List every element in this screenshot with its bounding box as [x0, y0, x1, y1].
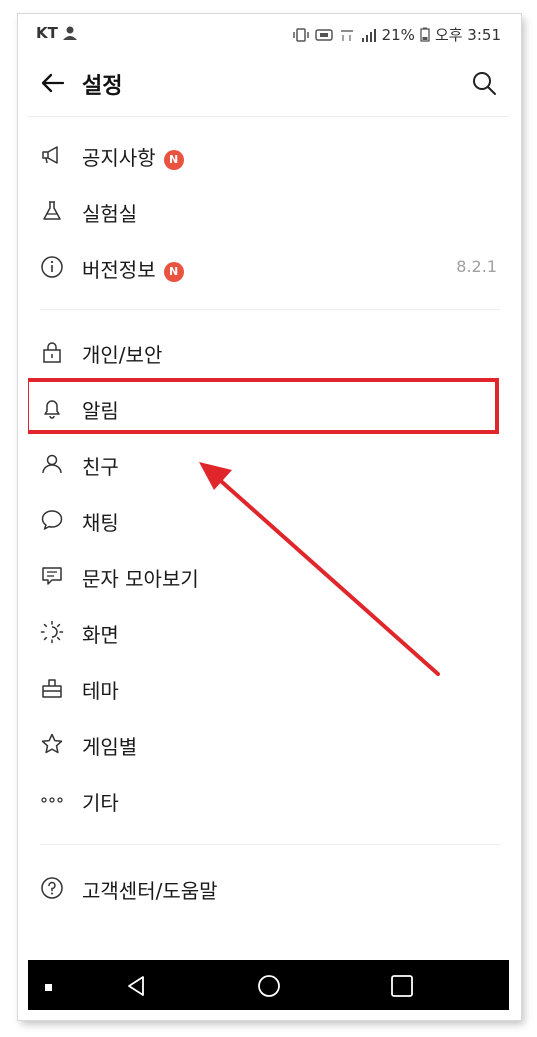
menu-item-label: 버전정보 N — [82, 254, 184, 283]
menu-item-label: 개인/보안 — [82, 343, 163, 367]
new-badge: N — [163, 150, 184, 170]
theme-brush-icon — [42, 679, 62, 698]
vibrate-icon — [292, 27, 309, 42]
info-icon — [41, 256, 63, 278]
highlight-box — [28, 378, 499, 434]
menu-item-lab[interactable]: 실험실 — [28, 185, 509, 237]
carrier-label: KT — [36, 24, 58, 42]
lock-icon — [43, 342, 61, 363]
flask-icon — [43, 201, 61, 220]
page-title: 설정 — [82, 74, 123, 99]
menu-item-label: 문자 모아보기 — [82, 567, 199, 591]
more-dots-icon — [41, 797, 63, 803]
menu-item-label: 기타 — [82, 791, 119, 815]
person-icon — [42, 454, 62, 474]
menu-item-friends[interactable]: 친구 — [28, 438, 509, 490]
menu-item-label: 게임별 — [82, 735, 138, 759]
navigation-bar — [28, 960, 509, 1010]
menu-item-label: 공지사항 N — [82, 142, 184, 171]
chat-bubble-icon — [41, 510, 63, 530]
search-icon[interactable] — [469, 68, 499, 98]
status-bar: KT 21% 오후 3:51 — [28, 22, 509, 46]
menu-item-display[interactable]: 화면 — [28, 606, 509, 658]
section-divider — [40, 309, 500, 310]
battery-percent: 21% — [381, 25, 415, 44]
menu-item-games[interactable]: 게임별 — [28, 718, 509, 770]
battery-icon — [420, 27, 430, 42]
menu-item-label: 실험실 — [82, 202, 138, 226]
menu-item-label: 화면 — [82, 623, 119, 647]
megaphone-icon — [42, 146, 58, 164]
section-divider — [40, 844, 500, 845]
menu-item-help[interactable]: 고객센터/도움말 — [28, 862, 509, 914]
menu-item-etc[interactable]: 기타 — [28, 774, 509, 826]
new-badge: N — [163, 262, 184, 282]
menu-item-messages[interactable]: 문자 모아보기 — [28, 550, 509, 602]
help-icon — [41, 877, 63, 899]
menu-item-theme[interactable]: 테마 — [28, 662, 509, 714]
menu-item-privacy[interactable]: 개인/보안 — [28, 326, 509, 378]
arrow-left-icon[interactable] — [38, 68, 68, 98]
menu-item-label: 친구 — [82, 455, 119, 479]
message-icon — [42, 567, 62, 585]
menu-item-label: 고객센터/도움말 — [82, 879, 218, 903]
clock: 오후 3:51 — [434, 26, 501, 44]
lte-icon — [340, 29, 353, 41]
nav-home-icon[interactable] — [257, 974, 281, 998]
menu-item-label: 채팅 — [82, 511, 119, 535]
version-value: 8.2.1 — [456, 257, 497, 276]
star-icon — [41, 733, 63, 754]
menu-item-label: 테마 — [82, 679, 119, 703]
account-icon — [62, 26, 77, 40]
header-divider — [28, 116, 509, 117]
nav-back-icon[interactable] — [124, 974, 148, 998]
nav-recent-icon[interactable] — [390, 974, 414, 998]
brightness-icon — [40, 620, 64, 644]
menu-item-notice[interactable]: 공지사항 N — [28, 129, 509, 181]
menu-item-chat[interactable]: 채팅 — [28, 494, 509, 546]
app-header: 설정 — [28, 60, 509, 110]
nav-dot-icon[interactable] — [45, 984, 52, 991]
menu-item-version[interactable]: 버전정보 N 8.2.1 — [28, 241, 509, 293]
phone-screen: KT 21% 오후 3:51 설정 공지사항 N 실험실 버전정보 N 8.2.1 — [28, 22, 509, 1010]
signal-icon — [361, 28, 376, 42]
hd-icon — [314, 28, 333, 41]
